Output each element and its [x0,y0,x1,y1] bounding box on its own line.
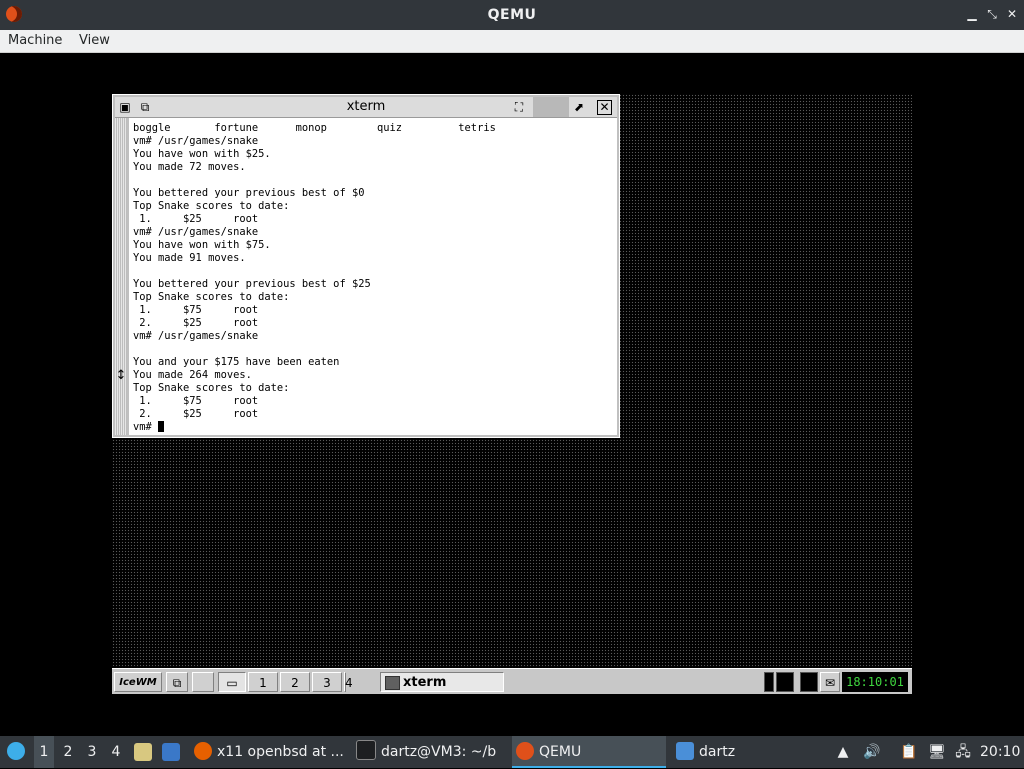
terminal-line: 1. $25 root [133,213,259,225]
terminal-line: vm# /usr/games/snake [133,135,259,147]
restore-icon[interactable]: ⤡ [984,6,1000,22]
scroll-up-icon[interactable]: ▲ [834,736,852,768]
net-meter [776,672,794,692]
task-firefox[interactable]: x11 openbsd at ... [194,736,346,768]
close-icon[interactable]: ✕ [1004,6,1020,22]
terminal-line: You made 91 moves. [133,252,246,264]
mem-meter [800,672,818,692]
close-icon[interactable]: ✕ [597,100,612,115]
blank-button[interactable] [192,672,214,692]
task-files[interactable]: dartz [676,736,816,768]
host-workspace-1[interactable]: 1 [34,736,54,768]
folder-icon [676,742,694,760]
host-taskbar: 1 2 3 4 x11 openbsd at ... dartz@VM3: ~/… [0,736,1024,768]
xterm-task[interactable]: xterm [380,672,504,692]
host-workspace-4[interactable]: 4 [106,736,126,768]
terminal-line: Top Snake scores to date: [133,200,290,212]
terminal-line: 1. $75 root [133,304,259,316]
xterm-task-label: xterm [403,675,447,690]
terminal-line: 2. $25 root [133,317,259,329]
host-clock[interactable]: 20:10 [980,736,1020,768]
terminal-icon [356,740,376,760]
firefox-icon [194,742,212,760]
terminal-line: Top Snake scores to date: [133,382,290,394]
terminal-line: vm# /usr/games/snake [133,226,259,238]
scrollbar[interactable]: ↕ [115,118,127,435]
files-launcher-icon[interactable] [134,736,156,768]
xterm-titlebar[interactable]: ▣ ⧉ xterm ⛶ ⬈ ✕ [115,97,617,118]
window-list-icon[interactable]: ⧉ [166,672,188,692]
scroll-handle-icon[interactable]: ↕ [115,366,127,386]
task-firefox-label: x11 openbsd at ... [217,744,344,760]
terminal-line: 1. $75 root [133,395,259,407]
window-title: QEMU [487,7,537,23]
titlebar-blank [533,97,569,117]
guest-clock[interactable]: 18:10:01 [842,672,908,692]
terminal-line: Top Snake scores to date: [133,291,290,303]
terminal-line: You and your $175 have been eaten [133,356,340,368]
terminal-line: You have won with $75. [133,239,271,251]
guest-screen[interactable]: ▣ ⧉ xterm ⛶ ⬈ ✕ ↕ boggle fortune monop q… [112,94,912,694]
xterm-task-icon [385,676,400,690]
terminal-line: 2. $25 root [133,408,259,420]
xterm-window[interactable]: ▣ ⧉ xterm ⛶ ⬈ ✕ ↕ boggle fortune monop q… [112,94,620,438]
terminal-line: You bettered your previous best of $0 [133,187,365,199]
network-icon[interactable]: 🖧 [952,736,974,768]
mail-icon[interactable]: ✉ [820,672,840,692]
terminal-line: You bettered your previous best of $25 [133,278,371,290]
cpu-meter [764,672,774,692]
host-menubar: Machine View [0,30,1024,53]
display-icon[interactable]: 🖥 [926,736,948,768]
show-desktop-icon[interactable]: ▭ [218,672,246,692]
host-workspace-3[interactable]: 3 [82,736,102,768]
task-qemu[interactable]: QEMU [512,736,666,768]
workspace-1[interactable]: 1 [248,672,278,692]
maximize-icon[interactable]: ⬈ [571,99,587,115]
menu-view[interactable]: View [79,30,110,52]
terminal-line: You made 72 moves. [133,161,246,173]
app-launcher-icon[interactable] [4,736,28,768]
text-cursor [158,421,165,432]
task-qemu-label: QEMU [539,744,582,760]
workspace-3[interactable]: 3 [312,672,342,692]
icewm-start-button[interactable]: IceWM [114,672,162,692]
host-titlebar: QEMU ▁ ⤡ ✕ [0,0,1024,30]
minimize-icon[interactable]: ▁ [964,6,980,22]
workspace-4[interactable]: 4 [344,672,353,692]
workspace-2[interactable]: 2 [280,672,310,692]
host-workspace-2[interactable]: 2 [58,736,78,768]
task-files-label: dartz [699,744,736,760]
guest-taskbar: IceWM _ ⧉ ▭ 1 2 3 4 xterm ✉ 18:10:01 [112,668,912,694]
terminal-line: boggle fortune monop quiz tetris [133,122,496,134]
desktop-launcher-icon[interactable] [162,736,184,768]
terminal-line: You have won with $25. [133,148,271,160]
clipboard-icon[interactable]: 📋 [898,736,920,768]
task-terminal-label: dartz@VM3: ~/b [381,744,497,760]
volume-icon[interactable]: 🔊 [862,736,882,768]
terminal-output[interactable]: boggle fortune monop quiz tetris vm# /usr… [129,118,617,435]
terminal-line: You made 264 moves. [133,369,252,381]
terminal-line: vm# /usr/games/snake [133,330,259,342]
qemu-icon [516,742,534,760]
menu-machine[interactable]: Machine [8,30,62,52]
task-terminal[interactable]: dartz@VM3: ~/b [356,736,506,768]
fullscreen-icon[interactable]: ⛶ [511,99,527,115]
prompt: vm# [133,421,159,433]
